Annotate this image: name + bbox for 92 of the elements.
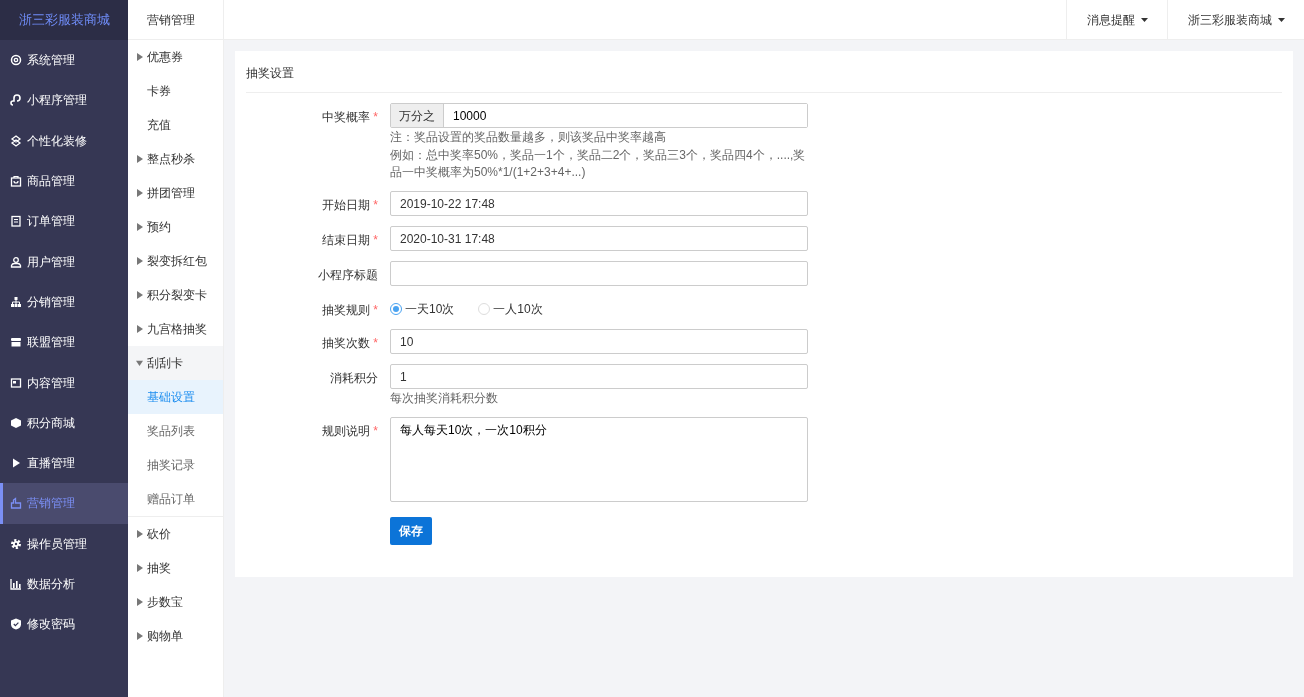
sidebar-item[interactable]: 个性化装修: [0, 120, 128, 161]
field-label: 开始日期: [322, 198, 371, 212]
gear-icon: [10, 54, 22, 67]
caret-right-icon: [136, 564, 143, 572]
store-icon: [10, 336, 22, 349]
required-asterisk: *: [373, 336, 378, 350]
sidebar-item[interactable]: 操作员管理: [0, 523, 128, 564]
hierarchy-icon: [10, 295, 22, 308]
dropdown-menu-button[interactable]: 浙三彩服装商城: [1167, 0, 1304, 39]
submenu-link[interactable]: 奖品列表: [128, 414, 223, 448]
submenu-item[interactable]: 裂变拆红包: [128, 244, 223, 278]
panel-title: 抽奖设置: [246, 51, 1282, 93]
field-label: 结束日期: [322, 233, 371, 247]
caret-down-icon: [1278, 17, 1285, 22]
submenu-link[interactable]: 充值: [128, 108, 223, 142]
sidebar-item[interactable]: 系统管理: [0, 40, 128, 81]
sidebar-item[interactable]: 小程序管理: [0, 80, 128, 121]
dropdown-menu-button[interactable]: 消息提醒: [1066, 0, 1167, 39]
shield-icon: [10, 618, 22, 631]
sidebar-item[interactable]: 修改密码: [0, 604, 128, 645]
required-asterisk: *: [373, 110, 378, 124]
submenu-item[interactable]: 步数宝: [128, 585, 223, 619]
sidebar-item[interactable]: 用户管理: [0, 241, 128, 282]
caret-right-icon: [136, 223, 143, 231]
hint-text: 例如：总中奖率50%，奖品一1个，奖品二2个，奖品三3个，奖品四4个，....,奖品一中奖概率为50%*1/(1+2+3+4+...): [390, 147, 807, 181]
caret-right-icon: [136, 257, 143, 265]
input-field[interactable]: [390, 261, 808, 286]
input-field[interactable]: 10: [390, 329, 808, 354]
sidebar-item[interactable]: 内容管理: [0, 362, 128, 403]
field-label: 小程序标题: [318, 268, 378, 282]
submenu-item[interactable]: 砍价: [128, 517, 223, 551]
submenu-item[interactable]: 拼团管理: [128, 176, 223, 210]
caret-right-icon: [136, 155, 143, 163]
radio-option[interactable]: 一人10次: [478, 300, 543, 318]
submenu-title: 营销管理: [128, 0, 223, 40]
submenu-item[interactable]: 九宫格抽奖: [128, 312, 223, 346]
submenu-item[interactable]: 购物单: [128, 619, 223, 653]
layers-icon: [10, 134, 22, 147]
sidebar-item[interactable]: 订单管理: [0, 201, 128, 242]
link-icon: [10, 94, 22, 107]
sidebar-item[interactable]: 联盟管理: [0, 322, 128, 363]
input-field[interactable]: 2019-10-22 17:48: [390, 191, 808, 216]
input-field[interactable]: 1: [390, 364, 808, 389]
sidebar-item[interactable]: 积分商城: [0, 402, 128, 443]
submenu-item[interactable]: 优惠券: [128, 40, 223, 74]
caret-right-icon: [136, 632, 143, 640]
submenu-item[interactable]: 预约: [128, 210, 223, 244]
caret-down-icon: [136, 359, 143, 367]
required-asterisk: *: [373, 233, 378, 247]
caret-right-icon: [136, 189, 143, 197]
brand-title: 浙三彩服装商城: [0, 0, 128, 40]
caret-right-icon: [136, 530, 143, 538]
settings-icon: [10, 537, 22, 550]
save-button[interactable]: 保存: [390, 517, 432, 545]
document-icon: [10, 215, 22, 228]
submenu-link[interactable]: 抽奖记录: [128, 448, 223, 482]
submenu-item[interactable]: 整点秒杀: [128, 142, 223, 176]
caret-right-icon: [136, 53, 143, 61]
submenu-link[interactable]: 卡券: [128, 74, 223, 108]
sidebar-item[interactable]: 直播管理: [0, 442, 128, 484]
radio-option[interactable]: 一天10次: [390, 300, 455, 318]
submenu-item[interactable]: 积分裂变卡: [128, 278, 223, 312]
sidebar-item[interactable]: 商品管理: [0, 160, 128, 202]
user-icon: [10, 255, 22, 268]
content-icon: [10, 376, 22, 389]
sidebar-item[interactable]: 数据分析: [0, 563, 128, 605]
field-label: 消耗积分: [330, 371, 378, 385]
required-asterisk: *: [373, 424, 378, 438]
field-label: 中奖概率: [322, 110, 371, 124]
required-asterisk: *: [373, 303, 378, 317]
field-label: 抽奖规则: [322, 303, 371, 317]
caret-right-icon: [136, 325, 143, 333]
required-asterisk: *: [373, 198, 378, 212]
sidebar-item[interactable]: 分销管理: [0, 281, 128, 323]
chart-icon: [10, 578, 22, 590]
submenu-item[interactable]: 刮刮卡: [128, 346, 223, 380]
bag-icon: [10, 175, 22, 188]
submenu-item[interactable]: 抽奖: [128, 551, 223, 585]
field-label: 抽奖次数: [322, 336, 371, 350]
hand-icon: [10, 497, 22, 510]
caret-right-icon: [136, 291, 143, 299]
input-field[interactable]: 2020-10-31 17:48: [390, 226, 808, 251]
hint-text: 注：奖品设置的奖品数量越多，则该奖品中奖率越高: [390, 129, 667, 146]
caret-down-icon: [1141, 17, 1148, 22]
caret-right-icon: [136, 598, 143, 606]
textarea-field[interactable]: 每人每天10次，一次10积分: [390, 417, 808, 502]
input-field[interactable]: 万分之 10000: [390, 103, 808, 128]
field-label: 规则说明: [322, 424, 371, 438]
hint-text: 每次抽奖消耗积分数: [390, 390, 499, 407]
cube-icon: [10, 416, 22, 429]
play-icon: [10, 457, 22, 470]
submenu-link[interactable]: 赠品订单: [128, 482, 223, 516]
